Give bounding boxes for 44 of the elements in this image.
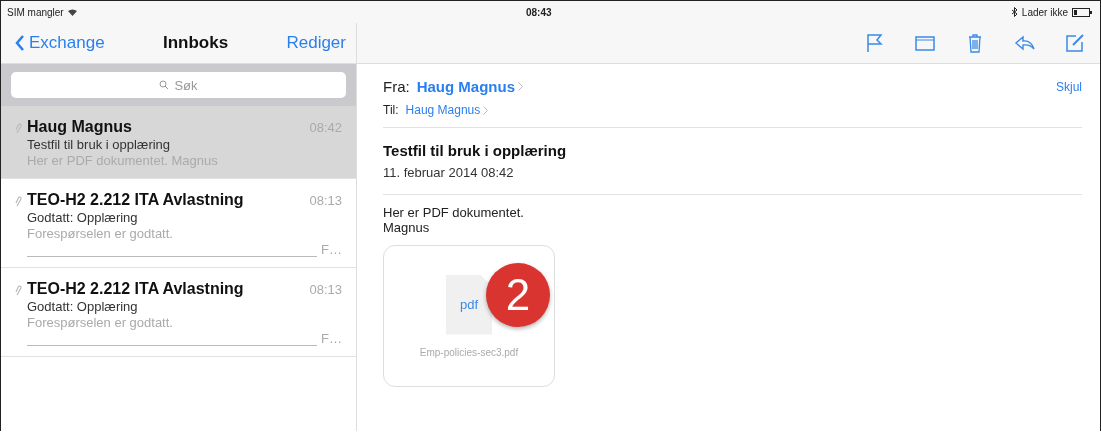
battery-status-text: Lader ikke xyxy=(1021,6,1068,18)
clock-text: 08:43 xyxy=(526,6,552,18)
chevron-right-icon xyxy=(483,105,489,115)
email-body-line: Her er PDF dokumentet. xyxy=(383,205,525,220)
carrier-text: SIM mangler xyxy=(7,6,64,18)
edit-button[interactable]: Rediger xyxy=(286,33,346,53)
message-preview: Forespørselen er godtatt. xyxy=(27,226,174,241)
email-subject: Testfil til bruk i opplæring xyxy=(383,142,568,159)
message-time: 08:13 xyxy=(309,193,342,208)
sender-name: TEO-H2 2.212 ITA Avlastning xyxy=(27,191,244,209)
email-date: 11. februar 2014 08:42 xyxy=(383,165,515,180)
message-time: 08:13 xyxy=(309,282,342,297)
from-label: Fra: xyxy=(383,78,410,95)
chevron-right-icon xyxy=(518,82,523,91)
chevron-left-icon xyxy=(15,35,25,51)
message-subject: Godtatt: Opplæring xyxy=(27,210,139,225)
to-label: Til: xyxy=(383,103,399,117)
paperclip-icon xyxy=(15,284,23,296)
recipient-link[interactable]: Haug Magnus xyxy=(401,103,481,117)
message-subject: Testfil til bruk i opplæring xyxy=(27,137,172,152)
search-field[interactable]: Søk xyxy=(11,72,346,98)
sender-link[interactable]: Haug Magnus xyxy=(412,78,515,95)
wifi-icon xyxy=(67,8,77,16)
search-icon xyxy=(159,80,170,90)
message-preview-tail: F… xyxy=(321,331,342,346)
message-preview-tail: F… xyxy=(321,242,342,257)
flag-button[interactable] xyxy=(864,32,886,54)
inbox-title: Innboks xyxy=(162,33,229,53)
hide-button[interactable]: Skjul xyxy=(1052,79,1082,94)
bluetooth-icon xyxy=(1011,7,1018,17)
message-preview: Forespørselen er godtatt. xyxy=(27,315,174,330)
back-button[interactable]: Exchange xyxy=(15,33,105,53)
step-number-badge: 2 xyxy=(486,263,550,327)
paperclip-icon xyxy=(15,122,23,134)
compose-button[interactable] xyxy=(1064,32,1086,54)
file-type-label: pdf xyxy=(459,297,479,312)
attachment-filename: Emp-policies-sec3.pdf xyxy=(419,346,519,358)
search-placeholder: Søk xyxy=(174,77,198,93)
battery-icon xyxy=(1072,7,1092,17)
paperclip-icon xyxy=(15,195,23,207)
email-body-line: Magnus xyxy=(383,220,431,235)
message-subject: Godtatt: Opplæring xyxy=(27,299,139,314)
sender-name: Haug Magnus xyxy=(27,118,132,136)
sender-name: TEO-H2 2.212 ITA Avlastning xyxy=(27,280,244,298)
